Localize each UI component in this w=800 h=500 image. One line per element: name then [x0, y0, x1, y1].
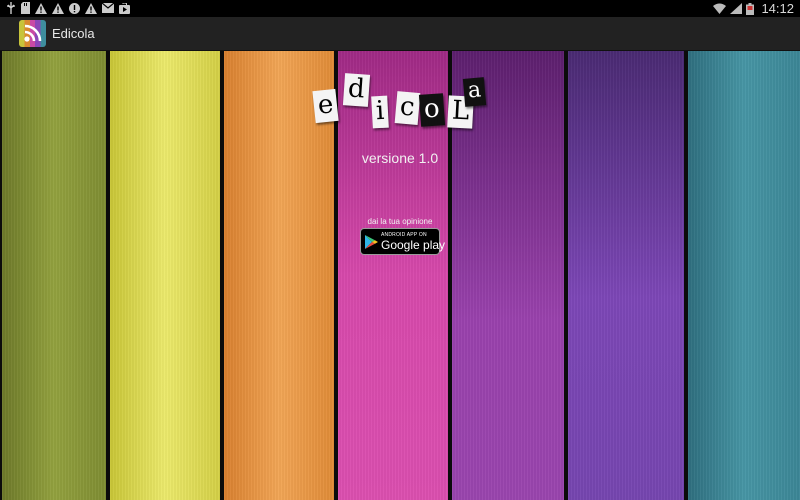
play-store-icon [119, 2, 130, 14]
sd-card-icon [21, 2, 30, 14]
signal-icon [730, 3, 743, 14]
notification-icons [6, 2, 130, 14]
rate-prompt: dai la tua opinione [367, 217, 433, 226]
stripe-yellow [110, 51, 220, 500]
stripe-violet [568, 51, 684, 500]
logo-letter: o [418, 93, 445, 127]
battery-icon [746, 2, 755, 15]
logo-letter: i [371, 95, 390, 129]
logo-letter: e [312, 88, 339, 124]
usb-icon [7, 2, 15, 14]
badge-main-text: Google play [381, 238, 446, 252]
logo-letter: a [462, 77, 487, 107]
warning-icon [85, 2, 97, 14]
logo-letter: d [342, 73, 370, 107]
warning-icon [52, 2, 64, 14]
rss-newspaper-icon[interactable] [19, 20, 46, 47]
mail-icon [102, 3, 114, 13]
wifi-icon [713, 3, 727, 14]
stripe-olive [2, 51, 106, 500]
alert-icon [69, 2, 80, 14]
warning-icon [35, 2, 47, 14]
version-label: versione 1.0 [361, 150, 439, 166]
google-play-icon [365, 235, 378, 249]
status-clock: 14:12 [761, 1, 794, 16]
logo-letter: c [394, 91, 420, 125]
status-bar: 14:12 [0, 0, 800, 17]
system-icons: 14:12 [713, 1, 794, 16]
edicola-logo: e d i c o L a [300, 72, 500, 134]
action-bar: Edicola [0, 17, 800, 51]
stripe-teal [688, 51, 800, 500]
app-title: Edicola [52, 26, 95, 41]
google-play-button[interactable]: ANDROID APP ON Google play [360, 228, 445, 255]
